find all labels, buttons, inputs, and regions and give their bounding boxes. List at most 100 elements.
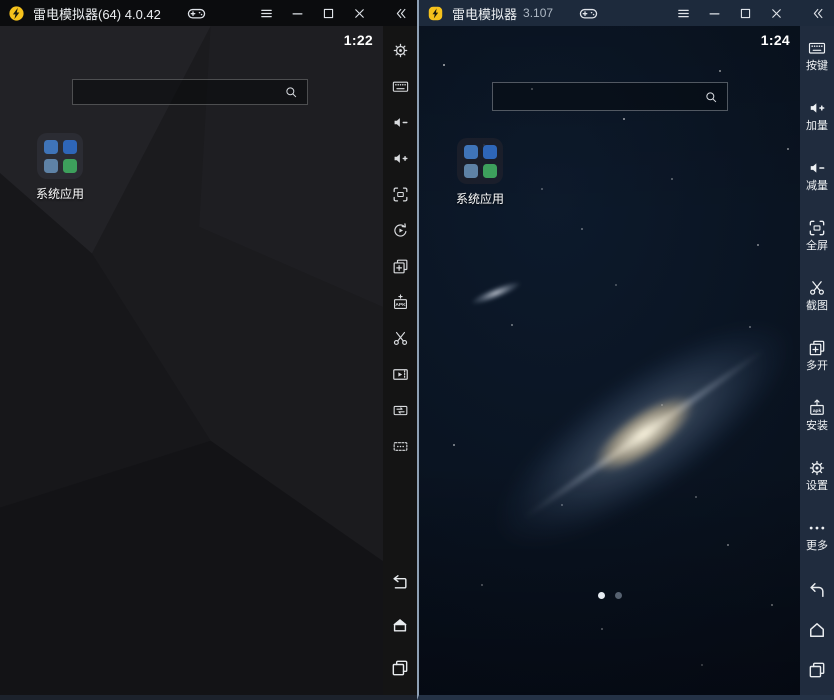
android-recents-button[interactable] [383,646,417,689]
wifi-icon [706,33,722,47]
operation-sync-button[interactable] [383,212,417,248]
search-icon [703,89,719,105]
home-page-indicator [598,592,622,599]
install-apk-button[interactable]: apk 安装 [800,390,834,450]
apk-plus-icon: APK [391,293,410,312]
android-recents-button[interactable] [800,650,834,690]
keyboard-icon [807,38,827,58]
close-button[interactable] [344,0,375,26]
app-logo-icon [427,5,444,22]
volume-up-button[interactable]: 加量 [800,90,834,150]
minimize-button[interactable] [282,0,313,26]
android-screen: 1:24 系统应用 [419,26,800,695]
folder-icon [37,133,83,179]
close-icon [352,6,367,21]
volume-up-icon [391,149,410,168]
mini-app-icon-blue-2 [63,140,77,154]
no-sim-icon [727,33,740,47]
screenshot-button[interactable]: 截图 [800,270,834,330]
maximize-icon [738,6,753,21]
app-logo-icon [8,5,25,22]
search-bar[interactable] [72,79,308,105]
window-version: 3.107 [523,6,553,20]
window-plus-icon [807,338,827,358]
search-bar[interactable] [492,82,728,111]
settings-button[interactable]: 设置 [800,450,834,510]
back-loop-icon [390,572,410,592]
search-input[interactable] [501,88,703,105]
svg-text:APK: APK [395,301,406,307]
gamepad-button[interactable] [573,0,604,26]
window-title: 雷电模拟器(64) 4.0.42 [33,4,161,23]
more-button[interactable] [383,428,417,464]
keymapping-button[interactable]: 按键 [800,30,834,90]
gear-icon [807,458,827,478]
pager-dot-inactive[interactable] [615,592,622,599]
swap-icon [391,401,410,420]
gamepad-icon [186,3,207,24]
collapse-sidebar-button[interactable] [383,0,417,26]
emulator-window-right: 雷电模拟器 3.107 [417,0,834,700]
no-sim-icon [310,33,323,47]
volume-up-button[interactable] [383,140,417,176]
volume-down-icon [391,113,410,132]
menu-button[interactable] [251,0,282,26]
fullscreen-button[interactable] [383,176,417,212]
gear-icon [391,41,410,60]
scissors-icon [391,329,410,348]
mini-app-icon-blue-1 [464,145,478,159]
install-apk-button[interactable]: APK [383,284,417,320]
search-input[interactable] [81,84,283,101]
chevrons-left-icon [393,6,408,21]
maximize-button[interactable] [730,0,761,26]
mini-app-icon-slate [44,159,58,173]
gamepad-button[interactable] [181,0,212,26]
home-filled-icon [390,615,410,635]
status-bar: 1:24 [706,32,790,48]
minimize-button[interactable] [699,0,730,26]
wifi-icon [289,33,305,47]
settings-button[interactable] [383,32,417,68]
keymapping-button[interactable] [383,68,417,104]
emulator-window-left: 雷电模拟器(64) 4.0.42 [0,0,417,700]
android-back-button[interactable] [383,560,417,603]
more-button[interactable]: 更多 [800,510,834,570]
android-home-button[interactable] [800,610,834,650]
multi-instance-button[interactable] [383,248,417,284]
system-apps-folder[interactable]: 系统应用 [448,138,512,207]
maximize-button[interactable] [313,0,344,26]
chevrons-left-icon [810,6,825,21]
titlebar: 雷电模拟器(64) 4.0.42 [0,0,417,26]
android-home-button[interactable] [383,603,417,646]
mini-app-icon-green [483,164,497,178]
screenshot-button[interactable] [383,320,417,356]
volume-down-button[interactable]: 减量 [800,150,834,210]
svg-text:apk: apk [813,408,822,414]
close-button[interactable] [761,0,792,26]
screen-record-icon [391,365,410,384]
window-title: 雷电模拟器 [452,4,517,23]
search-icon [283,84,299,100]
pager-dot-active[interactable] [598,592,605,599]
swap-button[interactable] [383,392,417,428]
mini-app-icon-green [63,159,77,173]
system-apps-folder[interactable]: 系统应用 [28,133,92,202]
volume-down-button[interactable] [383,104,417,140]
status-time: 1:22 [344,32,373,48]
home-outline-icon [807,620,827,640]
status-bar: 1:22 [289,32,373,48]
more-dots-icon [807,518,827,538]
battery-charging-icon [328,32,339,48]
fullscreen-button[interactable]: 全屏 [800,210,834,270]
multi-instance-button[interactable]: 多开 [800,330,834,390]
fullscreen-icon [391,185,410,204]
menu-button[interactable] [668,0,699,26]
screen-record-button[interactable] [383,356,417,392]
wallpaper [0,26,383,695]
folder-label: 系统应用 [36,185,84,202]
mini-app-icon-slate [464,164,478,178]
android-back-button[interactable] [800,570,834,610]
apk-up-icon: apk [807,398,827,418]
toolbar-sidebar: APK [383,26,417,695]
collapse-sidebar-button[interactable] [800,0,834,26]
